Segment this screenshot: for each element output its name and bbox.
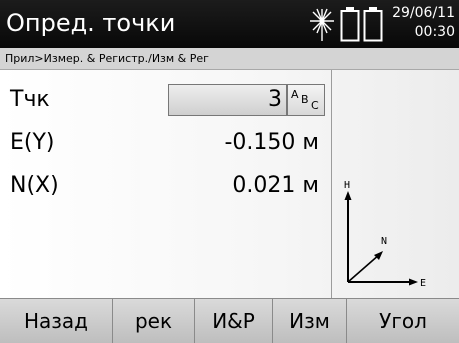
axis-label-e: E <box>420 278 426 289</box>
window-title: Опред. точки <box>6 9 176 37</box>
time: 00:30 <box>414 24 455 40</box>
point-input[interactable]: 3 <box>168 84 287 116</box>
abc-input-mode-icon: A B C <box>291 88 319 112</box>
date-time: 29/06/11 00:30 <box>392 4 455 42</box>
measure-record-button[interactable]: И&Р <box>195 299 273 343</box>
content-area: Тчк 3 A B C E(Y) -0.150 м N(X) 0.021 м H… <box>0 70 459 298</box>
record-button[interactable]: рек <box>113 299 195 343</box>
abc-letter-a: A <box>291 88 299 101</box>
easting-row: E(Y) -0.150 м <box>0 126 331 160</box>
date: 29/06/11 <box>392 5 455 21</box>
screen: Опред. точки 29/06/11 00:30 Прил>Измер. … <box>0 0 459 343</box>
axis-label-n: N <box>381 236 387 247</box>
battery-1-icon <box>340 7 360 42</box>
vertical-divider <box>331 70 332 298</box>
axes-diagram: H N E <box>344 180 426 289</box>
laser-icon <box>310 8 334 41</box>
point-label: Тчк <box>10 87 50 112</box>
back-button[interactable]: Назад <box>0 299 113 343</box>
battery-2-icon <box>363 7 383 42</box>
northing-row: N(X) 0.021 м <box>0 169 331 203</box>
input-mode-button[interactable]: A B C <box>287 84 325 116</box>
northing-value: 0.021 м <box>232 173 319 198</box>
field-list: Тчк 3 A B C E(Y) -0.150 м N(X) 0.021 м <box>0 70 331 298</box>
measure-button[interactable]: Изм <box>273 299 347 343</box>
axis-label-h: H <box>344 180 350 191</box>
title-bar: Опред. точки 29/06/11 00:30 <box>0 0 459 48</box>
easting-label: E(Y) <box>10 130 55 155</box>
abc-letter-b: B <box>301 93 309 106</box>
angle-button[interactable]: Угол <box>347 299 459 343</box>
breadcrumb: Прил>Измер. & Регистр./Изм & Рег <box>0 48 459 70</box>
northing-label: N(X) <box>10 173 59 198</box>
abc-letter-c: C <box>311 99 319 112</box>
easting-value: -0.150 м <box>224 130 319 155</box>
softkey-bar: Назад рек И&Р Изм Угол <box>0 298 459 343</box>
